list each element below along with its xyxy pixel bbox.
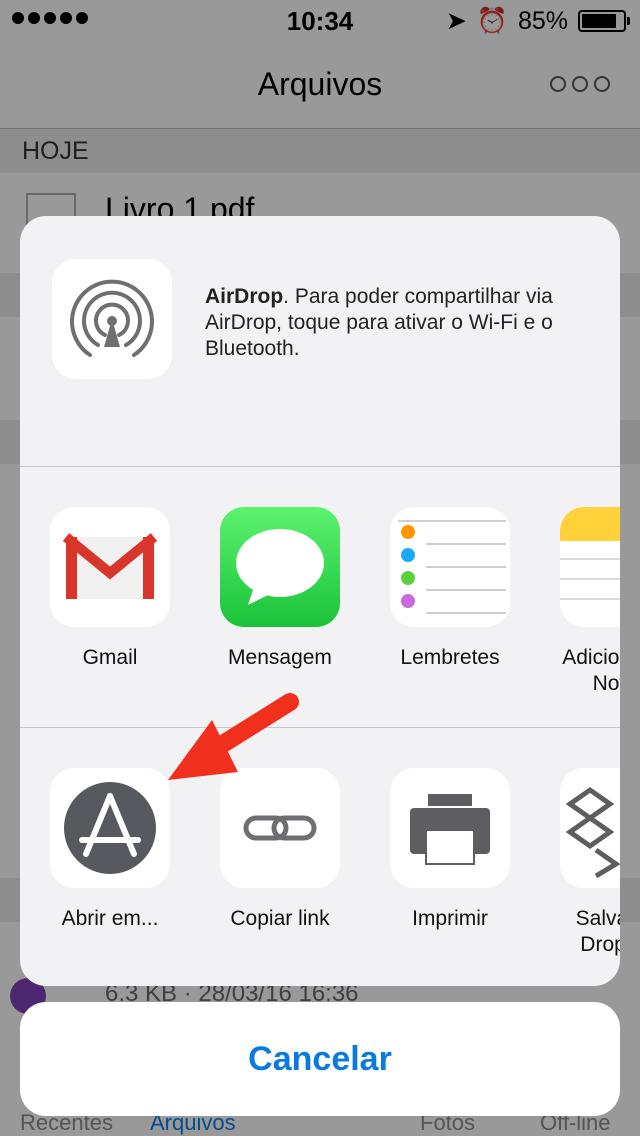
annotation-arrow-icon: [168, 693, 299, 780]
